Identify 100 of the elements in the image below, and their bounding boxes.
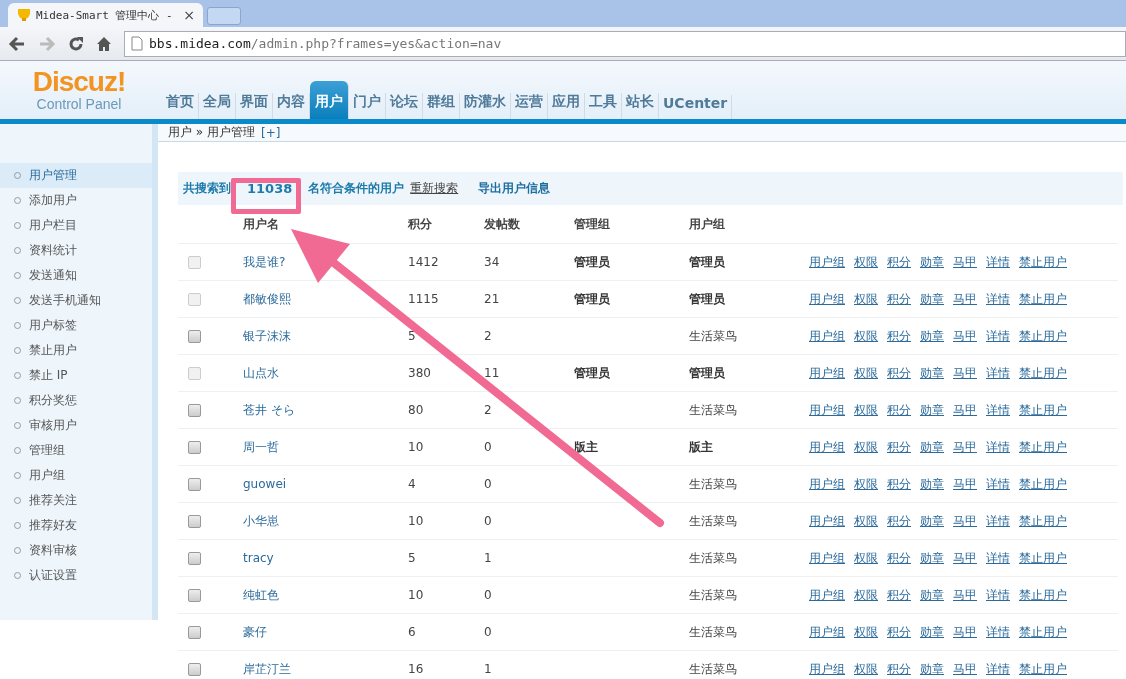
- action-link[interactable]: 马甲: [953, 475, 977, 493]
- sidebar-item[interactable]: 禁止 IP: [0, 363, 152, 388]
- row-checkbox[interactable]: [188, 329, 201, 343]
- row-checkbox[interactable]: [188, 588, 201, 602]
- row-checkbox[interactable]: [188, 514, 201, 528]
- sidebar-item[interactable]: 添加用户: [0, 188, 152, 213]
- action-link[interactable]: 勋章: [920, 586, 944, 604]
- action-link[interactable]: 积分: [887, 401, 911, 419]
- row-checkbox[interactable]: [188, 440, 201, 454]
- action-link[interactable]: 积分: [887, 512, 911, 530]
- username-link[interactable]: 苍井 そら: [243, 401, 408, 419]
- action-link[interactable]: 马甲: [953, 586, 977, 604]
- reload-icon[interactable]: [68, 35, 84, 52]
- sidebar-item[interactable]: 资料审核: [0, 538, 152, 563]
- sidebar-item[interactable]: 禁止用户: [0, 338, 152, 363]
- nav-tab[interactable]: 工具: [585, 93, 622, 119]
- action-link[interactable]: 详情: [986, 512, 1010, 530]
- action-link[interactable]: 禁止用户: [1019, 660, 1067, 678]
- action-link[interactable]: 用户组: [809, 438, 845, 456]
- action-link[interactable]: 详情: [986, 660, 1010, 678]
- action-link[interactable]: 马甲: [953, 623, 977, 641]
- nav-tab[interactable]: 群组: [423, 93, 460, 119]
- row-checkbox[interactable]: [188, 551, 201, 565]
- sidebar-item[interactable]: 发送手机通知: [0, 288, 152, 313]
- nav-tab[interactable]: UCenter: [659, 95, 733, 119]
- nav-tab[interactable]: 门户: [349, 93, 386, 119]
- action-link[interactable]: 积分: [887, 586, 911, 604]
- action-link[interactable]: 马甲: [953, 401, 977, 419]
- username-link[interactable]: 周一哲: [243, 438, 408, 456]
- nav-tab[interactable]: 运营: [511, 93, 548, 119]
- action-link[interactable]: 马甲: [953, 327, 977, 345]
- action-link[interactable]: 勋章: [920, 438, 944, 456]
- row-checkbox[interactable]: [188, 662, 201, 676]
- username-link[interactable]: tracy: [243, 551, 408, 565]
- action-link[interactable]: 详情: [986, 327, 1010, 345]
- action-link[interactable]: 权限: [854, 623, 878, 641]
- action-link[interactable]: 勋章: [920, 549, 944, 567]
- username-link[interactable]: 银子沫沫: [243, 327, 408, 345]
- action-link[interactable]: 勋章: [920, 623, 944, 641]
- username-link[interactable]: guowei: [243, 477, 408, 491]
- action-link[interactable]: 禁止用户: [1019, 327, 1067, 345]
- action-link[interactable]: 权限: [854, 438, 878, 456]
- row-checkbox[interactable]: [188, 477, 201, 491]
- nav-tab[interactable]: 论坛: [386, 93, 423, 119]
- action-link[interactable]: 积分: [887, 438, 911, 456]
- action-link[interactable]: 权限: [854, 660, 878, 678]
- nav-tab[interactable]: 首页: [162, 93, 199, 119]
- sidebar-item[interactable]: 审核用户: [0, 413, 152, 438]
- action-link[interactable]: 权限: [854, 475, 878, 493]
- action-link[interactable]: 权限: [854, 327, 878, 345]
- forward-icon[interactable]: [38, 35, 56, 52]
- action-link[interactable]: 禁止用户: [1019, 623, 1067, 641]
- action-link[interactable]: 积分: [887, 327, 911, 345]
- browser-tab[interactable]: Midea-Smart 管理中心 - ×: [8, 3, 203, 27]
- action-link[interactable]: 勋章: [920, 327, 944, 345]
- back-icon[interactable]: [8, 35, 26, 52]
- action-link[interactable]: 马甲: [953, 660, 977, 678]
- action-link[interactable]: 禁止用户: [1019, 475, 1067, 493]
- action-link[interactable]: 权限: [854, 586, 878, 604]
- row-checkbox[interactable]: [188, 625, 201, 639]
- add-link[interactable]: [+]: [261, 125, 281, 140]
- sidebar-item[interactable]: 用户组: [0, 463, 152, 488]
- action-link[interactable]: 用户组: [809, 475, 845, 493]
- new-tab-button[interactable]: [207, 7, 241, 25]
- action-link[interactable]: 积分: [887, 475, 911, 493]
- action-link[interactable]: 禁止用户: [1019, 438, 1067, 456]
- action-link[interactable]: 积分: [887, 660, 911, 678]
- close-icon[interactable]: ×: [183, 7, 195, 23]
- action-link[interactable]: 权限: [854, 512, 878, 530]
- sidebar-item[interactable]: 管理组: [0, 438, 152, 463]
- action-link[interactable]: 积分: [887, 623, 911, 641]
- action-link[interactable]: 勋章: [920, 660, 944, 678]
- action-link[interactable]: 禁止用户: [1019, 586, 1067, 604]
- sidebar-item[interactable]: 资料统计: [0, 238, 152, 263]
- action-link[interactable]: 详情: [986, 475, 1010, 493]
- action-link[interactable]: 禁止用户: [1019, 512, 1067, 530]
- action-link[interactable]: 积分: [887, 549, 911, 567]
- action-link[interactable]: 用户组: [809, 586, 845, 604]
- action-link[interactable]: 勋章: [920, 401, 944, 419]
- action-link[interactable]: 权限: [854, 401, 878, 419]
- export-link[interactable]: 导出用户信息: [478, 180, 551, 197]
- action-link[interactable]: 勋章: [920, 512, 944, 530]
- sidebar-item[interactable]: 推荐好友: [0, 513, 152, 538]
- action-link[interactable]: 用户组: [809, 327, 845, 345]
- username-link[interactable]: 纯虹色: [243, 586, 408, 604]
- action-link[interactable]: 详情: [986, 623, 1010, 641]
- action-link[interactable]: 权限: [854, 549, 878, 567]
- research-link[interactable]: 重新搜索: [410, 180, 459, 197]
- sidebar-item[interactable]: 用户栏目: [0, 213, 152, 238]
- username-link[interactable]: 豪仔: [243, 623, 408, 641]
- sidebar-item[interactable]: 发送通知: [0, 263, 152, 288]
- row-checkbox[interactable]: [188, 403, 201, 417]
- action-link[interactable]: 用户组: [809, 401, 845, 419]
- action-link[interactable]: 勋章: [920, 475, 944, 493]
- action-link[interactable]: 禁止用户: [1019, 549, 1067, 567]
- action-link[interactable]: 详情: [986, 438, 1010, 456]
- username-link[interactable]: 岸芷汀兰: [243, 660, 408, 678]
- nav-tab[interactable]: 站长: [622, 93, 659, 119]
- address-bar[interactable]: bbs.midea.com/admin.php?frames=yes&action=nav: [124, 30, 1126, 57]
- action-link[interactable]: 详情: [986, 586, 1010, 604]
